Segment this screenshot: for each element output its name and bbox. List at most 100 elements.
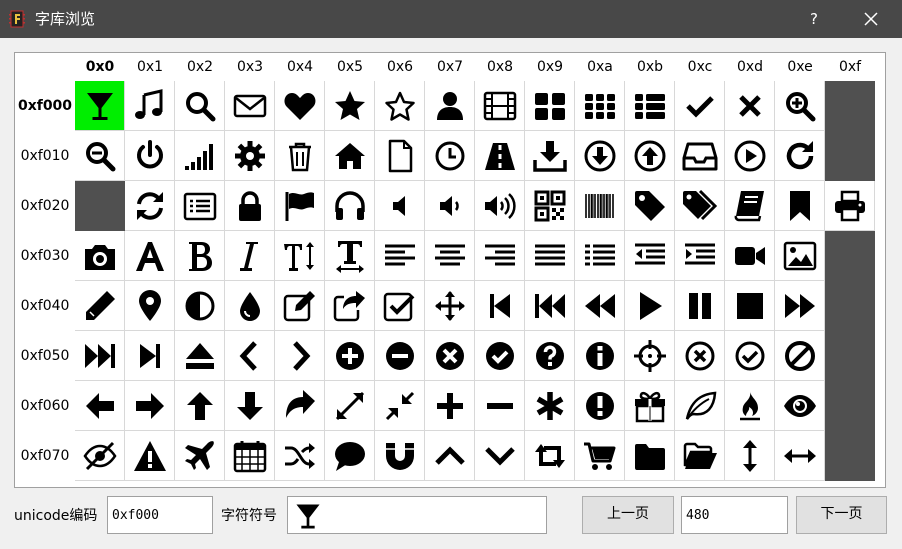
empty-glyph-cell[interactable] <box>825 131 875 181</box>
glyph-cell[interactable] <box>725 131 775 181</box>
glyph-cell[interactable] <box>575 81 625 131</box>
glyph-cell[interactable] <box>175 431 225 481</box>
glyph-cell[interactable] <box>375 131 425 181</box>
glyph-cell[interactable] <box>175 331 225 381</box>
glyph-cell[interactable] <box>275 81 325 131</box>
glyph-cell[interactable] <box>525 131 575 181</box>
glyph-cell[interactable] <box>525 231 575 281</box>
glyph-cell[interactable] <box>375 281 425 331</box>
glyph-cell[interactable] <box>425 281 475 331</box>
glyph-cell[interactable] <box>525 381 575 431</box>
glyph-cell[interactable] <box>775 281 825 331</box>
glyph-cell[interactable] <box>175 131 225 181</box>
glyph-cell[interactable] <box>575 181 625 231</box>
glyph-cell[interactable] <box>75 231 125 281</box>
glyph-cell[interactable] <box>175 281 225 331</box>
glyph-cell[interactable] <box>725 81 775 131</box>
empty-glyph-cell[interactable] <box>825 81 875 131</box>
glyph-cell[interactable] <box>125 181 175 231</box>
glyph-cell[interactable] <box>525 281 575 331</box>
glyph-cell[interactable] <box>325 181 375 231</box>
glyph-cell[interactable] <box>575 381 625 431</box>
empty-glyph-cell[interactable] <box>825 381 875 431</box>
glyph-cell[interactable] <box>75 81 125 131</box>
glyph-cell[interactable] <box>225 131 275 181</box>
glyph-cell[interactable] <box>475 81 525 131</box>
glyph-cell[interactable] <box>525 331 575 381</box>
glyph-cell[interactable] <box>575 431 625 481</box>
glyph-cell[interactable] <box>625 381 675 431</box>
glyph-cell[interactable] <box>775 331 825 381</box>
glyph-cell[interactable] <box>475 181 525 231</box>
glyph-cell[interactable] <box>725 181 775 231</box>
empty-glyph-cell[interactable] <box>825 331 875 381</box>
glyph-cell[interactable] <box>125 331 175 381</box>
glyph-cell[interactable] <box>625 331 675 381</box>
glyph-cell[interactable] <box>225 81 275 131</box>
glyph-cell[interactable] <box>425 231 475 281</box>
glyph-cell[interactable] <box>675 231 725 281</box>
glyph-cell[interactable] <box>525 81 575 131</box>
glyph-cell[interactable] <box>475 431 525 481</box>
glyph-cell[interactable] <box>375 331 425 381</box>
glyph-cell[interactable] <box>325 381 375 431</box>
glyph-cell[interactable] <box>325 81 375 131</box>
glyph-cell[interactable] <box>575 331 625 381</box>
glyph-cell[interactable] <box>725 331 775 381</box>
glyph-cell[interactable] <box>475 231 525 281</box>
glyph-cell[interactable] <box>475 381 525 431</box>
glyph-cell[interactable] <box>375 81 425 131</box>
glyph-cell[interactable] <box>75 431 125 481</box>
glyph-cell[interactable] <box>275 331 325 381</box>
glyph-cell[interactable] <box>625 431 675 481</box>
glyph-cell[interactable] <box>675 131 725 181</box>
empty-glyph-cell[interactable] <box>825 231 875 281</box>
glyph-cell[interactable] <box>325 281 375 331</box>
glyph-cell[interactable] <box>275 131 325 181</box>
glyph-cell[interactable] <box>225 281 275 331</box>
glyph-cell[interactable] <box>725 381 775 431</box>
glyph-cell[interactable] <box>225 381 275 431</box>
glyph-cell[interactable] <box>175 381 225 431</box>
next-page-button[interactable]: 下一页 <box>796 496 887 534</box>
glyph-cell[interactable] <box>675 81 725 131</box>
glyph-cell[interactable] <box>225 231 275 281</box>
glyph-cell[interactable] <box>625 181 675 231</box>
glyph-cell[interactable] <box>575 131 625 181</box>
glyph-cell[interactable] <box>525 431 575 481</box>
glyph-cell[interactable] <box>775 181 825 231</box>
glyph-cell[interactable] <box>625 131 675 181</box>
glyph-cell[interactable] <box>575 231 625 281</box>
glyph-cell[interactable] <box>125 131 175 181</box>
glyph-cell[interactable] <box>275 281 325 331</box>
glyph-cell[interactable] <box>275 381 325 431</box>
glyph-cell[interactable] <box>75 131 125 181</box>
glyph-cell[interactable] <box>775 81 825 131</box>
glyph-cell[interactable] <box>775 381 825 431</box>
empty-glyph-cell[interactable] <box>825 431 875 481</box>
empty-glyph-cell[interactable] <box>75 181 125 231</box>
unicode-input[interactable] <box>107 496 213 534</box>
glyph-cell[interactable] <box>125 281 175 331</box>
help-button[interactable]: ? <box>798 6 830 32</box>
glyph-cell[interactable] <box>825 181 875 231</box>
glyph-cell[interactable] <box>125 431 175 481</box>
glyph-cell[interactable] <box>375 431 425 481</box>
glyph-cell[interactable] <box>325 231 375 281</box>
glyph-cell[interactable] <box>225 181 275 231</box>
glyph-cell[interactable] <box>675 331 725 381</box>
glyph-cell[interactable] <box>575 281 625 331</box>
glyph-cell[interactable] <box>125 81 175 131</box>
glyph-cell[interactable] <box>775 231 825 281</box>
glyph-cell[interactable] <box>775 131 825 181</box>
glyph-cell[interactable] <box>475 131 525 181</box>
glyph-cell[interactable] <box>75 331 125 381</box>
glyph-cell[interactable] <box>175 181 225 231</box>
glyph-cell[interactable] <box>675 431 725 481</box>
glyph-cell[interactable] <box>325 331 375 381</box>
glyph-cell[interactable] <box>275 431 325 481</box>
glyph-cell[interactable] <box>425 431 475 481</box>
glyph-cell[interactable] <box>125 231 175 281</box>
empty-glyph-cell[interactable] <box>825 281 875 331</box>
glyph-cell[interactable] <box>675 181 725 231</box>
